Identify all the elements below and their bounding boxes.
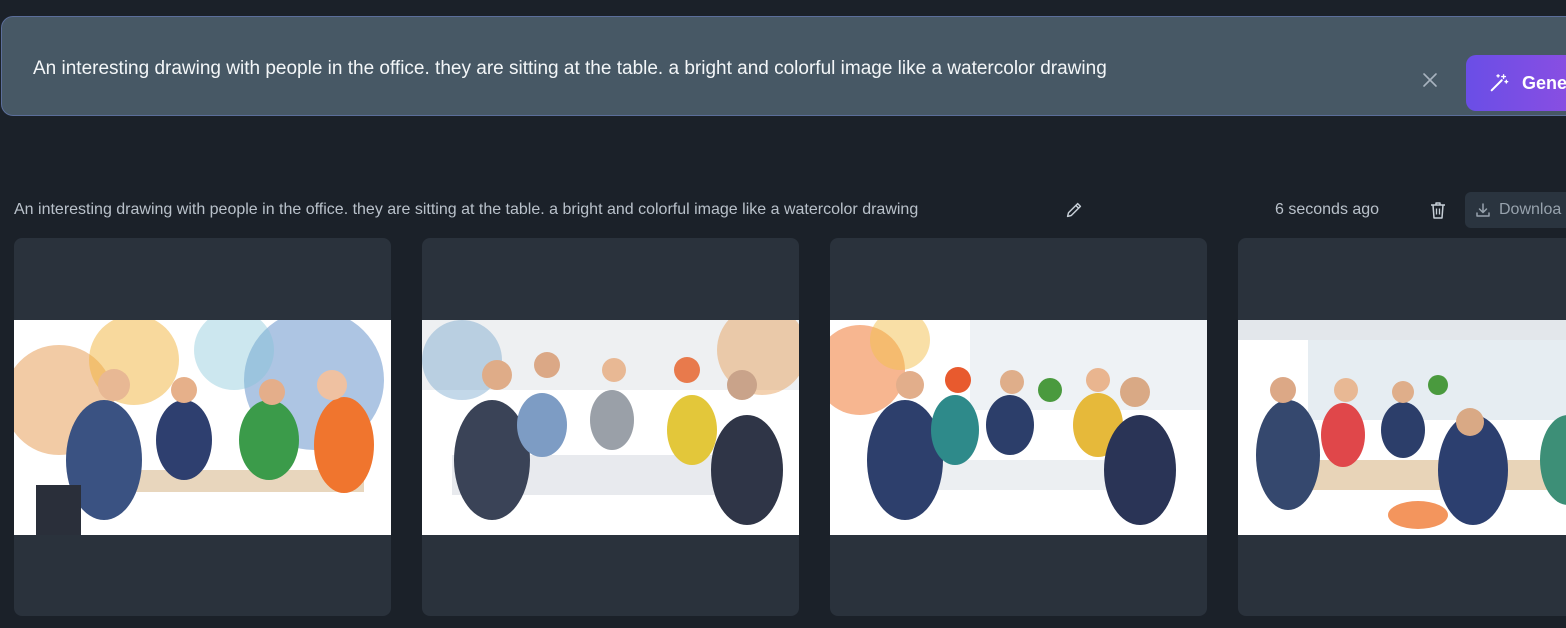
prompt-input[interactable]: An interesting drawing with people in th… (33, 58, 1107, 80)
generate-label: Gene (1522, 72, 1566, 93)
image-card[interactable] (830, 238, 1207, 616)
image-card[interactable] (422, 238, 799, 616)
magic-wand-icon (1490, 74, 1509, 92)
generate-button[interactable]: Gene (1466, 55, 1566, 111)
image-card[interactable] (14, 238, 391, 616)
result-prompt-text: An interesting drawing with people in th… (14, 201, 919, 218)
download-button[interactable]: Downloa (1465, 192, 1566, 228)
pencil-icon[interactable] (1063, 199, 1085, 221)
download-label: Downloa (1499, 201, 1562, 218)
image-card[interactable] (1238, 238, 1566, 616)
download-icon (1476, 203, 1490, 217)
generated-image (1238, 320, 1566, 535)
generated-image (422, 320, 799, 535)
timestamp: 6 seconds ago (1275, 201, 1380, 218)
trash-icon[interactable] (1429, 200, 1447, 220)
result-header: An interesting drawing with people in th… (14, 192, 1566, 228)
generated-image (14, 320, 391, 535)
generated-image (830, 320, 1207, 535)
clear-prompt-button[interactable] (1415, 65, 1445, 95)
close-icon (1423, 73, 1437, 87)
prompt-bar: An interesting drawing with people in th… (1, 16, 1566, 116)
